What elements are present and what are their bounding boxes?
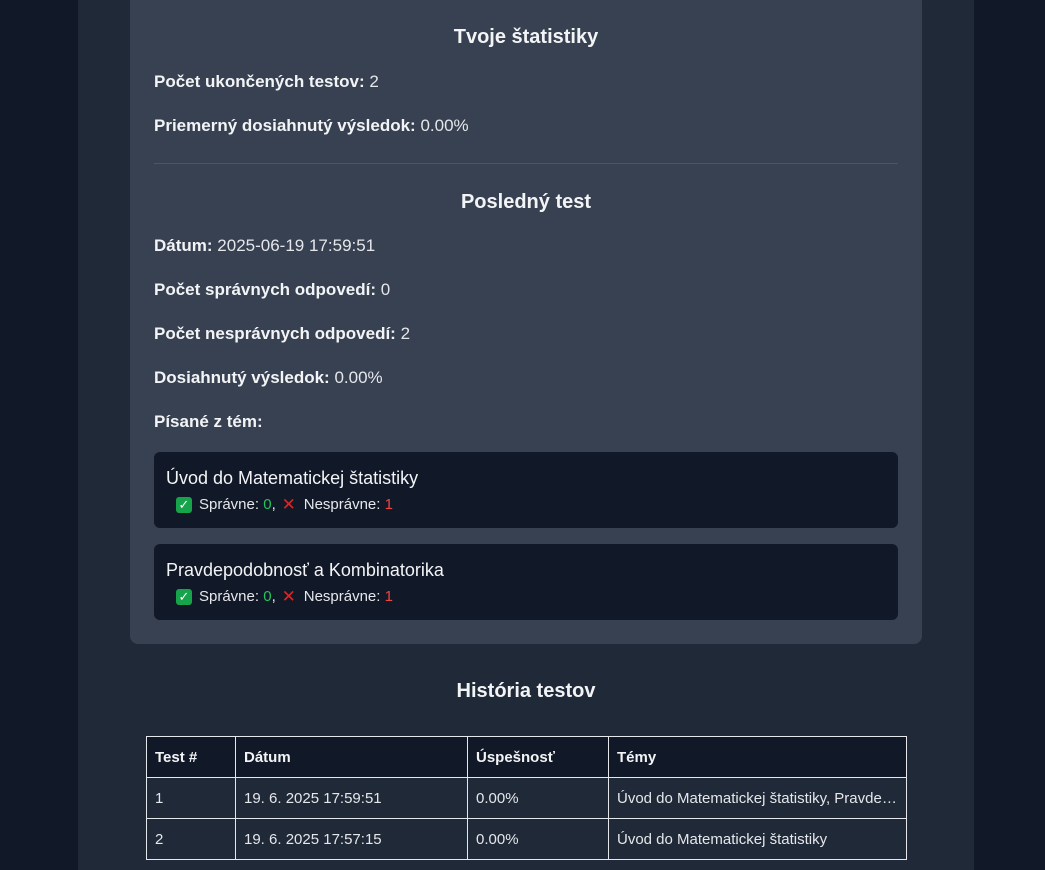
wrong-answers-label: Počet nesprávnych odpovedí: xyxy=(154,324,396,343)
topics-heading: Písané z tém: xyxy=(154,412,263,432)
cell-topics: Úvod do Matematickej štatistiky, Pravdep… xyxy=(608,777,907,819)
cell-test-number: 1 xyxy=(146,777,236,819)
column-header-topics: Témy xyxy=(608,736,907,778)
cross-mark-icon: ✕ xyxy=(281,494,296,514)
wrong-answers-stat: Počet nesprávnych odpovedí: 2 xyxy=(154,324,410,344)
correct-label: Správne: xyxy=(199,496,260,513)
divider xyxy=(154,163,898,164)
topic-name: Úvod do Matematickej štatistiky xyxy=(166,468,419,488)
stats-card: Tvoje štatistiky Počet ukončených testov… xyxy=(130,0,922,644)
wrong-answers-value: 2 xyxy=(400,324,411,343)
cell-success: 0.00% xyxy=(467,818,609,860)
topic-card: Úvod do Matematickej štatistiky ✓ Správn… xyxy=(154,452,898,528)
average-result-stat: Priemerný dosiahnutý výsledok: 0.00% xyxy=(154,116,469,136)
date-value: 2025-06-19 17:59:51 xyxy=(217,236,376,255)
topic-name: Pravdepodobnosť a Kombinatorika xyxy=(166,560,444,580)
cell-date: 19. 6. 2025 17:57:15 xyxy=(235,818,468,860)
cell-test-number: 2 xyxy=(146,818,236,860)
correct-label: Správne: xyxy=(199,588,260,605)
last-test-date: Dátum: 2025-06-19 17:59:51 xyxy=(154,236,375,256)
wrong-count: 1 xyxy=(384,588,393,605)
history-table: Test # Dátum Úspešnosť Témy 1 19. 6. 202… xyxy=(146,736,907,860)
check-mark-icon: ✓ xyxy=(176,588,192,605)
wrong-label: Nesprávne: xyxy=(303,588,381,605)
average-result-value: 0.00% xyxy=(420,116,469,135)
wrong-label: Nesprávne: xyxy=(303,496,381,513)
topic-score: ✓ Správne: 0, ✕ Nesprávne: 1 xyxy=(176,496,393,513)
cross-mark-icon: ✕ xyxy=(281,586,296,606)
topics-label: Písané z tém: xyxy=(154,412,263,431)
column-header-success: Úspešnosť xyxy=(467,736,609,778)
correct-count: 0 xyxy=(263,588,272,605)
completed-tests-value: 2 xyxy=(369,72,379,91)
stats-title: Tvoje štatistiky xyxy=(453,26,599,48)
last-test-title: Posledný test xyxy=(460,191,592,213)
table-row[interactable]: 2 19. 6. 2025 17:57:15 0.00% Úvod do Mat… xyxy=(146,818,907,860)
column-header-date: Dátum xyxy=(235,736,468,778)
correct-answers-label: Počet správnych odpovedí: xyxy=(154,280,376,299)
cell-success: 0.00% xyxy=(467,777,609,819)
result-value: 0.00% xyxy=(334,368,383,387)
topic-score: ✓ Správne: 0, ✕ Nesprávne: 1 xyxy=(176,588,393,605)
column-header-test-number: Test # xyxy=(146,736,236,778)
correct-count: 0 xyxy=(263,496,272,513)
result-label: Dosiahnutý výsledok: xyxy=(154,368,330,387)
completed-tests-label: Počet ukončených testov: xyxy=(154,72,365,91)
date-label: Dátum: xyxy=(154,236,213,255)
average-result-label: Priemerný dosiahnutý výsledok: xyxy=(154,116,416,135)
history-title: História testov xyxy=(456,680,596,702)
correct-answers-stat: Počet správnych odpovedí: 0 xyxy=(154,280,390,300)
wrong-count: 1 xyxy=(384,496,393,513)
check-mark-icon: ✓ xyxy=(176,496,192,513)
table-row[interactable]: 1 19. 6. 2025 17:59:51 0.00% Úvod do Mat… xyxy=(146,777,907,819)
topic-card: Pravdepodobnosť a Kombinatorika ✓ Správn… xyxy=(154,544,898,620)
completed-tests-stat: Počet ukončených testov: 2 xyxy=(154,72,379,92)
result-stat: Dosiahnutý výsledok: 0.00% xyxy=(154,368,383,388)
table-header-row: Test # Dátum Úspešnosť Témy xyxy=(146,736,907,778)
cell-date: 19. 6. 2025 17:59:51 xyxy=(235,777,468,819)
correct-answers-value: 0 xyxy=(380,280,391,299)
cell-topics: Úvod do Matematickej štatistiky xyxy=(608,818,907,860)
